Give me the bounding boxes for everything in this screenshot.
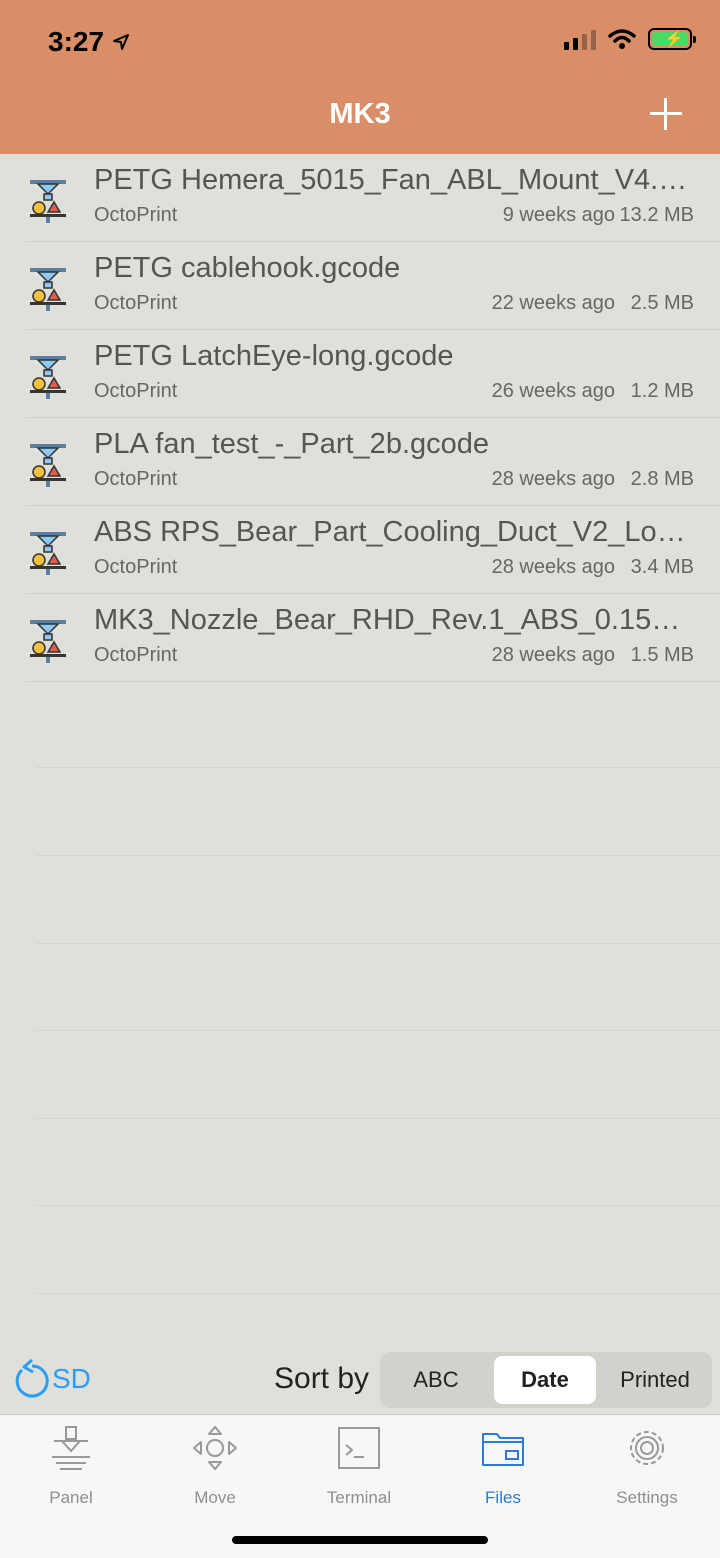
tab-panel[interactable]: Panel [16,1425,126,1508]
divider [36,943,720,944]
file-name: PETG LatchEye-long.gcode [94,340,454,372]
file-name: PLA fan_test_-_Part_2b.gcode [94,428,490,460]
printer-icon [52,1426,90,1470]
gcode-file-icon [26,438,70,488]
file-name: ABS RPS_Bear_Part_Cooling_Duct_V2_Logo.g… [94,516,698,548]
wifi-icon [608,29,636,49]
file-row[interactable]: PLA fan_test_-_Part_2b.gcode OctoPrint 28 … [26,418,720,506]
tab-settings[interactable]: Settings [592,1425,702,1508]
gcode-file-icon [26,350,70,400]
file-list: PETG Hemera_5015_Fan_ABL_Mount_V4.gcode O… [0,154,720,682]
divider [36,855,720,856]
file-name: MK3_Nozzle_Bear_RHD_Rev.1_ABS_0.15mm.gco… [94,604,698,636]
file-size: 3.4 MB [630,556,694,578]
status-icons: ⚡ [564,28,696,50]
file-row[interactable]: PETG LatchEye-long.gcode OctoPrint 26 week… [26,330,720,418]
file-name: PETG cablehook.gcode [94,252,401,284]
tab-move-label: Move [194,1488,236,1507]
tab-panel-label: Panel [49,1488,93,1507]
divider [36,1118,720,1119]
file-source: OctoPrint [94,644,178,666]
sort-option-date[interactable]: Date [494,1356,596,1404]
status-time-text: 3:27 [48,26,105,57]
sd-label: SD [52,1363,91,1394]
divider [36,1293,720,1294]
divider [36,1030,720,1031]
add-button[interactable] [650,98,682,130]
terminal-icon [338,1427,380,1469]
file-date: 28 weeks ago [491,644,615,666]
file-source: OctoPrint [94,556,178,578]
sort-option-abc[interactable]: ABC [384,1356,488,1404]
file-date: 26 weeks ago [491,380,615,402]
location-arrow-icon [113,34,130,50]
file-size: 2.8 MB [630,468,694,490]
gcode-file-icon [26,526,70,576]
file-source: OctoPrint [94,204,178,226]
sort-label: Sort by [274,1362,370,1395]
page-title: MK3 [329,98,391,130]
sort-option-printed[interactable]: Printed [602,1356,708,1404]
battery-icon: ⚡ [648,28,696,50]
status-time: 3:27 [48,26,130,58]
tab-terminal-label: Terminal [326,1488,392,1507]
file-row[interactable]: ABS RPS_Bear_Part_Cooling_Duct_V2_Logo.g… [26,506,720,594]
file-date: 28 weeks ago [491,468,615,490]
file-row[interactable]: PETG Hemera_5015_Fan_ABL_Mount_V4.gcode O… [26,154,720,242]
tab-settings-label: Settings [616,1488,678,1507]
sort-segmented-control: ABC Date Printed [380,1352,712,1408]
file-name: PETG Hemera_5015_Fan_ABL_Mount_V4.gcode [94,164,698,196]
tab-terminal[interactable]: Terminal [304,1425,414,1508]
divider [36,767,720,768]
gcode-file-icon [26,614,70,664]
home-indicator [232,1536,488,1544]
folder-icon [482,1433,524,1466]
tab-files[interactable]: Files [448,1425,558,1508]
file-date: 9 weeks ago [502,204,615,226]
file-size: 2.5 MB [630,292,694,314]
file-row[interactable]: MK3_Nozzle_Bear_RHD_Rev.1_ABS_0.15mm.gco… [26,594,720,682]
divider [36,1205,720,1206]
sd-refresh-button[interactable]: SD [10,1358,91,1400]
file-date: 28 weeks ago [491,556,615,578]
gear-icon [630,1431,664,1465]
file-source: OctoPrint [94,292,178,314]
file-size: 1.2 MB [630,380,694,402]
file-source: OctoPrint [94,468,178,490]
cellular-signal-icon [564,28,596,50]
move-arrows-icon [193,1426,237,1470]
file-date: 22 weeks ago [491,292,615,314]
sort-bar: SD Sort by ABC Date Printed [0,1344,720,1414]
file-source: OctoPrint [94,380,178,402]
gcode-file-icon [26,174,70,224]
tab-files-label: Files [485,1488,521,1507]
nav-header: 3:27 ⚡ MK3 [0,0,720,154]
tab-move[interactable]: Move [160,1425,270,1508]
refresh-icon [15,1358,49,1398]
file-row[interactable]: PETG cablehook.gcode OctoPrint 22 weeks ag… [26,242,720,330]
file-size: 13.2 MB [619,204,694,226]
file-size: 1.5 MB [630,644,694,666]
gcode-file-icon [26,262,70,312]
